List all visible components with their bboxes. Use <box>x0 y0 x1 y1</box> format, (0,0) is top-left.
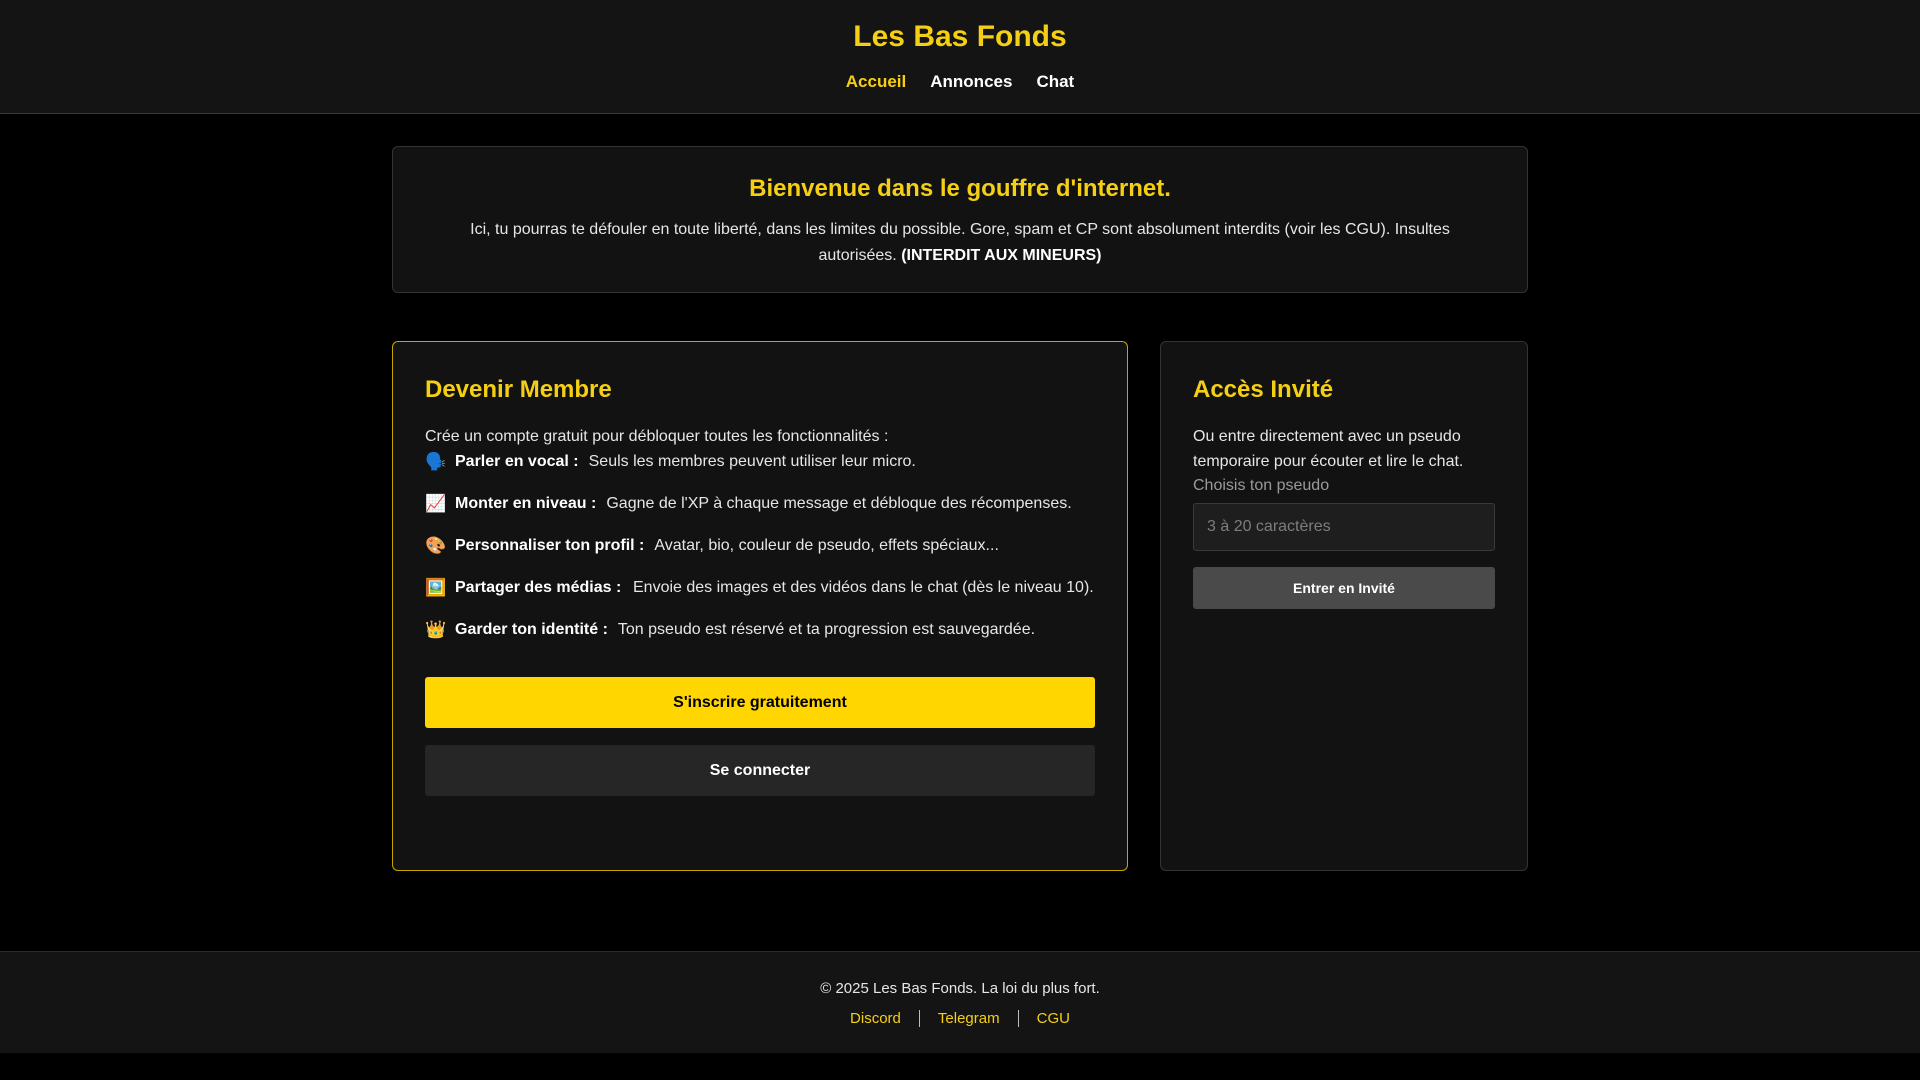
welcome-text: Ici, tu pourras te défouler en toute lib… <box>443 217 1477 269</box>
feature-list: 🗣️ Parler en vocal : Seuls les membres p… <box>425 449 1095 643</box>
member-card: Devenir Membre Crée un compte gratuit po… <box>392 341 1128 871</box>
crown-icon: 👑 <box>425 620 447 639</box>
footer-link-cgu[interactable]: CGU <box>1019 1010 1088 1027</box>
member-title: Devenir Membre <box>425 376 612 403</box>
pseudo-input[interactable] <box>1193 503 1495 551</box>
nav-item-annonces[interactable]: Annonces <box>930 72 1012 92</box>
feature-label: Garder ton identité : <box>455 621 608 638</box>
feature-item: 🎨 Personnaliser ton profil : Avatar, bio… <box>425 533 1095 559</box>
feature-item: 📈 Monter en niveau : Gagne de l'XP à cha… <box>425 491 1095 517</box>
pseudo-label: Choisis ton pseudo <box>1193 477 1330 494</box>
feature-desc: Avatar, bio, couleur de pseudo, effets s… <box>654 537 999 554</box>
feature-label: Personnaliser ton profil : <box>455 537 645 554</box>
speaking-head-icon: 🗣️ <box>425 452 447 471</box>
footer-link-telegram[interactable]: Telegram <box>920 1010 1018 1027</box>
guest-title: Accès Invité <box>1193 376 1334 403</box>
feature-label: Parler en vocal : <box>455 453 579 470</box>
feature-desc: Gagne de l'XP à chaque message et débloq… <box>606 495 1072 512</box>
login-button[interactable]: Se connecter <box>425 745 1095 796</box>
framed-picture-icon: 🖼️ <box>425 578 447 597</box>
welcome-title: Bienvenue dans le gouffre d'internet. <box>749 175 1171 202</box>
feature-desc: Envoie des images et des vidéos dans le … <box>633 579 1094 596</box>
chart-increasing-icon: 📈 <box>425 494 447 513</box>
site-header: Les Bas Fonds Accueil Annonces Chat <box>0 0 1920 114</box>
feature-desc: Ton pseudo est réservé et ta progression… <box>617 621 1036 638</box>
footer-link-discord[interactable]: Discord <box>832 1010 919 1027</box>
welcome-banner: Bienvenue dans le gouffre d'internet. Ic… <box>392 146 1528 293</box>
feature-item: 🗣️ Parler en vocal : Seuls les membres p… <box>425 449 1095 475</box>
copyright-text: © 2025 Les Bas Fonds. La loi du plus for… <box>820 980 1100 997</box>
guest-enter-button[interactable]: Entrer en Invité <box>1193 567 1495 609</box>
footer-links: Discord Telegram CGU <box>0 1010 1920 1027</box>
guest-card: Accès Invité Ou entre directement avec u… <box>1160 341 1528 871</box>
nav-item-accueil[interactable]: Accueil <box>846 72 906 92</box>
palette-icon: 🎨 <box>425 536 447 555</box>
feature-label: Partager des médias : <box>455 579 622 596</box>
site-footer: © 2025 Les Bas Fonds. La loi du plus for… <box>0 951 1920 1053</box>
guest-intro: Ou entre directement avec un pseudo temp… <box>1193 428 1464 470</box>
feature-desc: Seuls les membres peuvent utiliser leur … <box>588 453 916 470</box>
feature-item: 👑 Garder ton identité : Ton pseudo est r… <box>425 617 1095 643</box>
main-nav: Accueil Annonces Chat <box>0 72 1920 92</box>
age-warning: (INTERDIT AUX MINEURS) <box>901 247 1102 264</box>
site-title[interactable]: Les Bas Fonds <box>0 20 1920 54</box>
member-intro: Crée un compte gratuit pour débloquer to… <box>425 428 889 445</box>
signup-button[interactable]: S'inscrire gratuitement <box>425 677 1095 728</box>
nav-item-chat[interactable]: Chat <box>1036 72 1074 92</box>
feature-label: Monter en niveau : <box>455 495 597 512</box>
feature-item: 🖼️ Partager des médias : Envoie des imag… <box>425 575 1095 601</box>
